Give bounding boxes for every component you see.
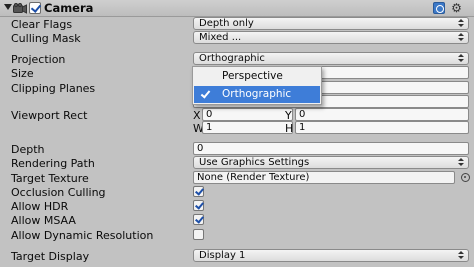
row-projection: Projection Orthographic (0, 52, 474, 67)
size-label: Size (11, 67, 34, 80)
row-depth: Depth 0 (0, 142, 474, 157)
dropdown-arrow-icon (457, 19, 465, 28)
dropdown-arrow-icon (457, 33, 465, 42)
row-allow-hdr: Allow HDR (0, 199, 474, 214)
occlusion-culling-checkbox[interactable] (193, 186, 204, 197)
rendering-path-label: Rendering Path (11, 157, 95, 170)
target-display-value: Display 1 (199, 250, 246, 261)
culling-mask-dropdown[interactable]: Mixed ... (193, 31, 469, 44)
rendering-path-dropdown[interactable]: Use Graphics Settings (193, 156, 469, 169)
fold-arrow-icon[interactable] (4, 4, 12, 10)
projection-label: Projection (11, 53, 66, 66)
target-display-dropdown[interactable]: Display 1 (193, 249, 469, 262)
row-rendering-path: Rendering Path Use Graphics Settings (0, 156, 474, 171)
row-target-display: Target Display Display 1 (0, 249, 474, 264)
help-icon[interactable] (433, 2, 445, 14)
checkmark-icon (200, 88, 211, 99)
viewport-y-field[interactable]: 0 (295, 108, 469, 121)
occlusion-culling-label: Occlusion Culling (11, 186, 106, 199)
allow-hdr-checkbox[interactable] (193, 200, 204, 211)
projection-dropdown[interactable]: Orthographic (193, 52, 469, 65)
rendering-path-value: Use Graphics Settings (199, 157, 310, 168)
allow-dynamic-resolution-label: Allow Dynamic Resolution (11, 229, 154, 242)
menu-option-orthographic[interactable]: Orthographic (194, 86, 320, 103)
target-texture-field[interactable]: None (Render Texture) (193, 171, 455, 184)
dropdown-arrow-icon (457, 251, 465, 260)
row-clear-flags: Clear Flags Depth only (0, 17, 474, 32)
row-culling-mask: Culling Mask Mixed ... (0, 31, 474, 46)
row-target-texture: Target Texture None (Render Texture) (0, 171, 474, 186)
component-title: Camera (44, 1, 94, 15)
projection-popup-menu: Perspective Orthographic (192, 66, 322, 105)
menu-option-label: Orthographic (222, 88, 292, 100)
camera-icon (13, 3, 27, 14)
culling-mask-value: Mixed ... (199, 32, 242, 43)
row-viewport-wh: W 1 H 1 (0, 121, 474, 136)
projection-value: Orthographic (199, 53, 265, 64)
menu-option-perspective[interactable]: Perspective (194, 68, 320, 85)
allow-msaa-label: Allow MSAA (11, 214, 76, 227)
component-header: Camera ⚙ (0, 0, 474, 17)
allow-dynamic-resolution-checkbox[interactable] (193, 229, 204, 240)
culling-mask-label: Culling Mask (11, 32, 81, 45)
dropdown-arrow-icon (457, 158, 465, 167)
depth-field[interactable]: 0 (193, 142, 469, 155)
viewport-w-field[interactable]: 1 (202, 121, 293, 134)
target-display-label: Target Display (11, 250, 90, 263)
clipping-planes-label: Clipping Planes (11, 82, 96, 95)
object-picker-icon[interactable] (461, 173, 470, 182)
depth-label: Depth (11, 143, 45, 156)
row-allow-dynamic-resolution: Allow Dynamic Resolution (0, 228, 474, 243)
row-occlusion-culling: Occlusion Culling (0, 185, 474, 200)
allow-msaa-checkbox[interactable] (193, 214, 204, 225)
clear-flags-dropdown[interactable]: Depth only (193, 17, 469, 30)
menu-option-label: Perspective (222, 70, 283, 82)
component-enabled-checkbox[interactable] (29, 2, 41, 14)
target-texture-label: Target Texture (11, 172, 89, 185)
row-allow-msaa: Allow MSAA (0, 213, 474, 228)
viewport-h-field[interactable]: 1 (295, 121, 469, 134)
allow-hdr-label: Allow HDR (11, 200, 69, 213)
viewport-x-field[interactable]: 0 (202, 108, 293, 121)
gear-icon[interactable]: ⚙ (450, 2, 463, 15)
dropdown-arrow-icon (457, 54, 465, 63)
clear-flags-label: Clear Flags (11, 18, 73, 31)
clear-flags-value: Depth only (199, 18, 254, 29)
viewport-h-label: H (285, 122, 294, 135)
